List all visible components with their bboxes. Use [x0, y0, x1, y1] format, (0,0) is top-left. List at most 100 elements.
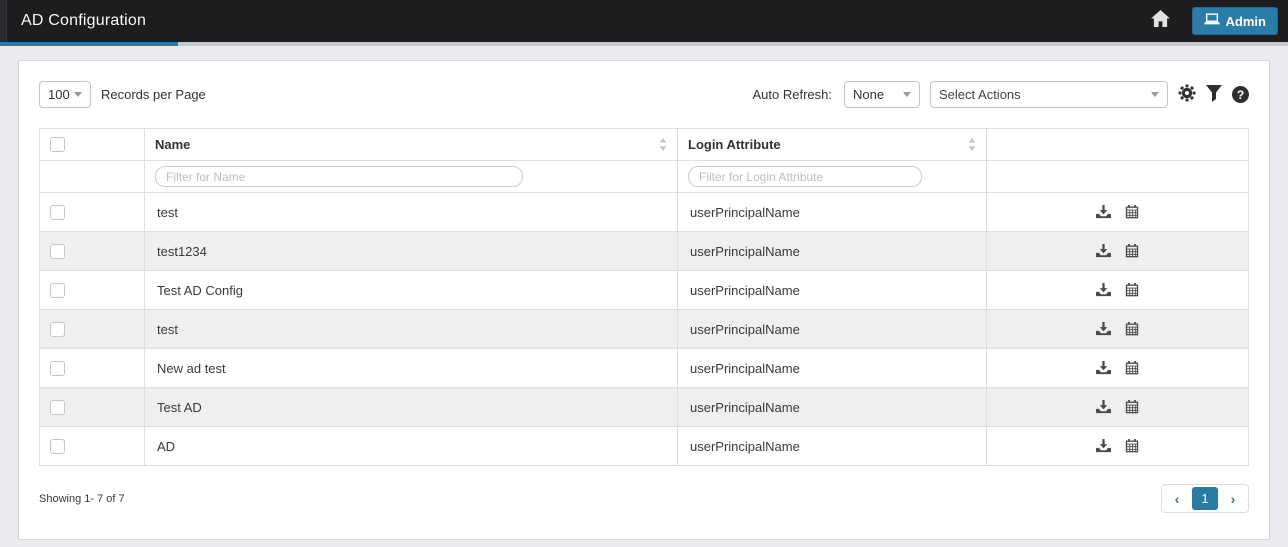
select-all-checkbox[interactable] — [50, 137, 65, 152]
calendar-icon[interactable] — [1125, 400, 1139, 414]
table-row: test userPrincipalName — [40, 310, 1249, 349]
calendar-icon[interactable] — [1125, 361, 1139, 375]
filter-login-cell — [678, 161, 987, 193]
actions-column-header — [987, 129, 1249, 161]
sort-icon[interactable] — [659, 138, 667, 151]
auto-refresh-select[interactable]: None — [844, 81, 920, 108]
download-icon[interactable] — [1096, 205, 1111, 219]
select-actions-dropdown[interactable]: Select Actions — [930, 81, 1168, 108]
row-login-attribute: userPrincipalName — [678, 349, 987, 388]
sidebar-sliver — [0, 0, 7, 42]
calendar-icon[interactable] — [1125, 283, 1139, 297]
download-icon[interactable] — [1096, 244, 1111, 258]
ad-config-table: Name Login Attribute — [39, 128, 1249, 466]
filter-empty-cell — [40, 161, 145, 193]
download-icon[interactable] — [1096, 439, 1111, 453]
row-actions — [987, 349, 1249, 388]
chevron-down-icon — [903, 92, 911, 97]
row-checkbox[interactable] — [50, 400, 65, 415]
filter-icon — [1206, 85, 1222, 105]
download-icon[interactable] — [1096, 322, 1111, 336]
row-name: AD — [145, 427, 678, 466]
next-page-button[interactable]: › — [1220, 487, 1246, 510]
row-login-attribute: userPrincipalName — [678, 232, 987, 271]
row-login-attribute: userPrincipalName — [678, 271, 987, 310]
showing-records-text: Showing 1- 7 of 7 — [39, 493, 125, 505]
name-column-label: Name — [155, 137, 190, 152]
header-bottom-strip — [0, 42, 1288, 46]
row-name: test1234 — [145, 232, 678, 271]
row-checkbox[interactable] — [50, 361, 65, 376]
page-title: AD Configuration — [0, 12, 146, 30]
row-name: test — [145, 310, 678, 349]
content-panel: 100 Records per Page Auto Refresh: None … — [18, 60, 1270, 540]
help-icon: ? — [1232, 86, 1249, 103]
records-per-page-label: Records per Page — [101, 87, 206, 102]
sort-icon[interactable] — [968, 138, 976, 151]
admin-button-label: Admin — [1226, 14, 1266, 29]
table-row: test1234 userPrincipalName — [40, 232, 1249, 271]
help-button[interactable]: ? — [1232, 86, 1249, 103]
download-icon[interactable] — [1096, 283, 1111, 297]
row-checkbox[interactable] — [50, 439, 65, 454]
row-checkbox-cell — [40, 427, 145, 466]
row-checkbox-cell — [40, 232, 145, 271]
filter-name-cell — [145, 161, 678, 193]
table-row: Test AD userPrincipalName — [40, 388, 1249, 427]
home-button[interactable] — [1151, 10, 1170, 32]
filter-login-attribute-input[interactable] — [688, 166, 922, 187]
row-login-attribute: userPrincipalName — [678, 388, 987, 427]
pagination: ‹ 1 › — [1161, 484, 1249, 513]
filter-empty-cell — [987, 161, 1249, 193]
select-actions-label: Select Actions — [939, 87, 1021, 102]
row-checkbox-cell — [40, 349, 145, 388]
download-icon[interactable] — [1096, 361, 1111, 375]
laptop-icon — [1204, 13, 1220, 29]
active-tab-underline — [0, 42, 178, 46]
row-checkbox-cell — [40, 271, 145, 310]
row-checkbox-cell — [40, 310, 145, 349]
download-icon[interactable] — [1096, 400, 1111, 414]
prev-page-button[interactable]: ‹ — [1164, 487, 1190, 510]
settings-button[interactable] — [1178, 84, 1196, 105]
row-checkbox-cell — [40, 388, 145, 427]
row-checkbox[interactable] — [50, 283, 65, 298]
name-column-header[interactable]: Name — [145, 129, 678, 161]
calendar-icon[interactable] — [1125, 205, 1139, 219]
calendar-icon[interactable] — [1125, 322, 1139, 336]
row-name: Test AD Config — [145, 271, 678, 310]
table-row: Test AD Config userPrincipalName — [40, 271, 1249, 310]
table-header-row: Name Login Attribute — [40, 129, 1249, 161]
home-icon — [1151, 10, 1170, 32]
page-number-button[interactable]: 1 — [1192, 487, 1218, 510]
row-actions — [987, 271, 1249, 310]
login-attribute-column-header[interactable]: Login Attribute — [678, 129, 987, 161]
auto-refresh-label: Auto Refresh: — [753, 87, 833, 102]
select-all-header-cell — [40, 129, 145, 161]
auto-refresh-value: None — [853, 87, 884, 102]
row-actions — [987, 388, 1249, 427]
filter-name-input[interactable] — [155, 166, 523, 187]
records-per-page-value: 100 — [48, 87, 70, 102]
row-checkbox[interactable] — [50, 205, 65, 220]
row-name: New ad test — [145, 349, 678, 388]
filter-button[interactable] — [1206, 85, 1222, 105]
records-per-page-select[interactable]: 100 — [39, 81, 91, 108]
row-login-attribute: userPrincipalName — [678, 310, 987, 349]
chevron-down-icon — [74, 92, 82, 97]
app-header: AD Configuration Admin — [0, 0, 1288, 42]
row-actions — [987, 193, 1249, 232]
toolbar: 100 Records per Page Auto Refresh: None … — [39, 81, 1249, 108]
admin-button[interactable]: Admin — [1192, 7, 1278, 35]
row-checkbox[interactable] — [50, 322, 65, 337]
calendar-icon[interactable] — [1125, 439, 1139, 453]
row-name: Test AD — [145, 388, 678, 427]
chevron-down-icon — [1151, 92, 1159, 97]
table-row: New ad test userPrincipalName — [40, 349, 1249, 388]
row-actions — [987, 310, 1249, 349]
table-footer: Showing 1- 7 of 7 ‹ 1 › — [39, 484, 1249, 513]
calendar-icon[interactable] — [1125, 244, 1139, 258]
row-checkbox[interactable] — [50, 244, 65, 259]
table-row: test userPrincipalName — [40, 193, 1249, 232]
row-actions — [987, 427, 1249, 466]
